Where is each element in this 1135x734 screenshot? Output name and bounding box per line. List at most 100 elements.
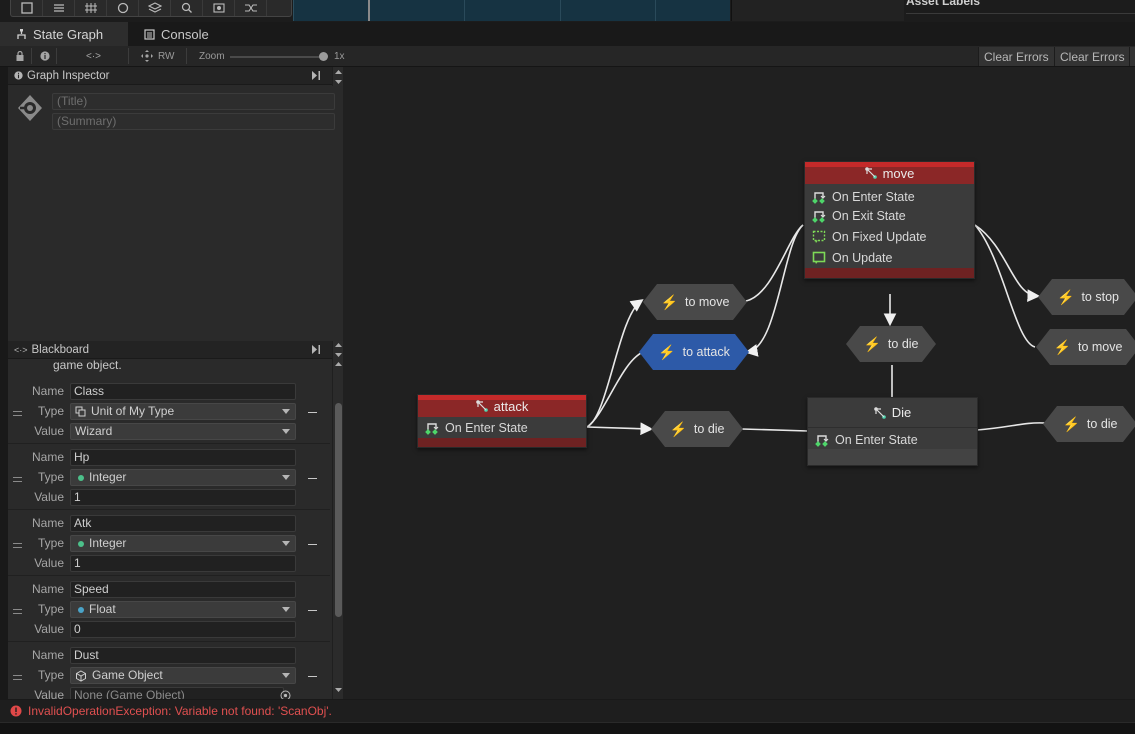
transition-to-die[interactable]: ⚡ to die	[1043, 406, 1135, 442]
transition-label: to die	[887, 337, 919, 351]
window-tab-row: State Graph Console	[0, 22, 1135, 46]
drag-handle-icon[interactable]	[13, 411, 22, 416]
blackboard-icon: <·>	[14, 344, 28, 355]
state-event-label: On Fixed Update	[832, 229, 927, 244]
zoom-slider-track[interactable]	[230, 56, 324, 58]
transition-to-move[interactable]: ⚡ to move	[643, 284, 747, 320]
transition-to-stop[interactable]: ⚡ to stop	[1038, 279, 1135, 315]
graph-summary-field[interactable]: (Summary)	[52, 113, 335, 130]
transition-to-attack[interactable]: ⚡ to attack	[639, 334, 749, 370]
state-node-die[interactable]: Die On Enter State	[807, 397, 978, 466]
rw-toggle[interactable]: RW	[141, 46, 174, 66]
collapse-panel-icon[interactable]	[310, 343, 322, 356]
enter-state-event-icon	[425, 422, 439, 435]
transition-label: to stop	[1081, 290, 1119, 304]
remove-variable-icon[interactable]	[308, 610, 317, 611]
blackboard-scrollbar[interactable]	[332, 359, 343, 699]
variable-type-dropdown[interactable]: Game Object	[70, 667, 296, 684]
lock-icon[interactable]	[16, 46, 26, 66]
variable-name-field[interactable]: Dust	[70, 647, 296, 664]
graph-title-field[interactable]: (Title)	[52, 93, 335, 110]
blackboard-header-scroll[interactable]	[332, 341, 343, 359]
info-icon[interactable]	[40, 46, 50, 66]
transition-to-die[interactable]: ⚡ to die	[846, 326, 936, 362]
grid-tool-icon[interactable]	[75, 0, 107, 16]
variable-value-field[interactable]: None (Game Object)	[70, 687, 284, 699]
state-event-row[interactable]: On Enter State	[418, 417, 586, 438]
drag-handle-icon[interactable]	[13, 477, 22, 482]
graph-inspector-title: Graph Inspector	[27, 69, 110, 82]
clear-errors-button[interactable]: Clear Errors	[978, 47, 1054, 66]
clear-errors-button-2[interactable]: Clear Errors	[1054, 47, 1130, 66]
state-graph-icon	[18, 95, 42, 121]
lightning-bolt-icon: ⚡	[1062, 415, 1080, 432]
object-picker-icon[interactable]	[280, 690, 291, 699]
scene-divider	[368, 0, 370, 21]
remove-variable-icon[interactable]	[308, 478, 317, 479]
layers-tool-icon[interactable]	[139, 0, 171, 16]
remove-variable-icon[interactable]	[308, 412, 317, 413]
blackboard-title: Blackboard	[31, 343, 90, 356]
variable-name-field[interactable]: Hp	[70, 449, 296, 466]
drag-handle-icon[interactable]	[13, 543, 22, 548]
remove-variable-icon[interactable]	[308, 676, 317, 677]
variable-value-field[interactable]: 1	[70, 555, 296, 572]
transform-tool-icon[interactable]	[43, 0, 75, 16]
blackboard-toggle-icon[interactable]: <·>	[86, 46, 101, 66]
transition-to-move[interactable]: ⚡ to move	[1036, 329, 1135, 365]
top-strip: Asset Labels	[0, 0, 1135, 22]
console-status-bar[interactable]: InvalidOperationException: Variable not …	[0, 700, 1135, 722]
state-event-row[interactable]: On Update	[805, 247, 974, 268]
state-event-row[interactable]: On Exit State	[805, 205, 974, 226]
drag-handle-icon[interactable]	[13, 675, 22, 680]
state-event-row[interactable]: On Fixed Update	[805, 226, 974, 247]
variable-name-field[interactable]: Speed	[70, 581, 296, 598]
variable-value-field[interactable]: 1	[70, 489, 296, 506]
value-label: Value	[34, 688, 64, 699]
state-event-row[interactable]: On Enter State	[805, 184, 974, 205]
transition-to-die[interactable]: ⚡ to die	[651, 411, 743, 447]
top-middle-panel	[731, 0, 904, 21]
move-arrows-icon	[141, 50, 153, 62]
blackboard-variable-row: Name Hp Type Integer Value 1	[8, 444, 330, 510]
tab-state-graph[interactable]: State Graph	[0, 22, 128, 46]
zoom-slider-thumb[interactable]	[319, 52, 328, 61]
state-header: move	[805, 162, 974, 184]
drag-handle-icon[interactable]	[13, 609, 22, 614]
state-event-row[interactable]: On Enter State	[808, 428, 977, 449]
rect-tool-icon[interactable]	[11, 0, 43, 16]
transition-label: to move	[1077, 340, 1123, 354]
state-event-label: On Enter State	[445, 420, 528, 435]
variable-type-dropdown[interactable]: Integer	[70, 469, 296, 486]
scene-tool-tray	[10, 0, 292, 17]
variable-type-dropdown[interactable]: Unit of My Type	[70, 403, 296, 420]
variable-type-dropdown[interactable]: Integer	[70, 535, 296, 552]
variable-type-label: Integer	[89, 536, 127, 550]
variable-value-field[interactable]: 0	[70, 621, 296, 638]
variable-type-label: Unit of My Type	[91, 404, 175, 418]
bottom-edge	[0, 722, 1135, 734]
variable-type-label: Game Object	[92, 668, 163, 682]
state-graph-icon	[17, 28, 26, 39]
error-icon	[10, 705, 22, 717]
collapse-panel-icon[interactable]	[310, 69, 322, 82]
variable-value-dropdown[interactable]: Wizard	[70, 423, 296, 440]
toolbar-overflow[interactable]	[1129, 47, 1135, 66]
variable-name-field[interactable]: Class	[70, 383, 296, 400]
state-node-attack[interactable]: attack On Enter State	[417, 394, 587, 448]
type-label: Type	[37, 470, 64, 484]
remove-variable-icon[interactable]	[308, 544, 317, 545]
search-tool-icon[interactable]	[171, 0, 203, 16]
scene-view-strip[interactable]	[293, 0, 730, 21]
orbit-tool-icon[interactable]	[107, 0, 139, 16]
variable-name-field[interactable]: Atk	[70, 515, 296, 532]
visibility-tool-icon[interactable]	[203, 0, 235, 16]
state-graph-canvas[interactable]: attack On Enter State move On Enter Stat…	[343, 67, 1135, 699]
shuffle-tool-icon[interactable]	[235, 0, 267, 16]
left-side-panel: Graph Inspector (Title) (Summary) <·> Bl…	[8, 67, 343, 699]
variable-type-dropdown[interactable]: Float	[70, 601, 296, 618]
tab-console[interactable]: Console	[128, 22, 238, 46]
inspector-scrollbar[interactable]	[332, 67, 343, 86]
state-node-move[interactable]: move On Enter State On Exit State On Fix…	[804, 161, 975, 279]
blackboard-header: <·> Blackboard	[8, 341, 332, 359]
